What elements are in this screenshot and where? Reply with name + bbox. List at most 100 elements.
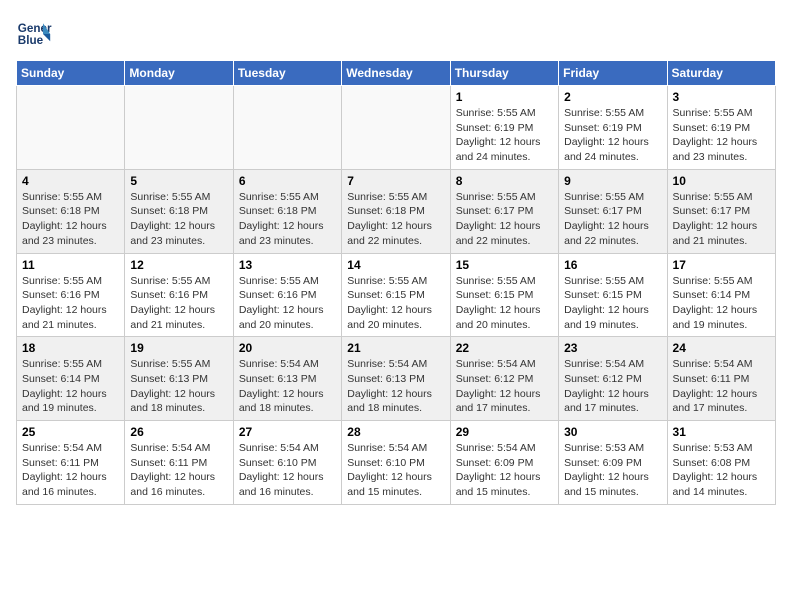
- calendar-day-4: 4 Sunrise: 5:55 AM Sunset: 6:18 PM Daylig…: [17, 169, 125, 253]
- day-number: 29: [456, 425, 553, 439]
- calendar-day-3: 3 Sunrise: 5:55 AM Sunset: 6:19 PM Daylig…: [667, 86, 775, 170]
- day-info: Sunrise: 5:55 AM Sunset: 6:15 PM Dayligh…: [564, 274, 661, 333]
- day-number: 21: [347, 341, 444, 355]
- logo-icon: General Blue: [16, 16, 52, 52]
- calendar-day-5: 5 Sunrise: 5:55 AM Sunset: 6:18 PM Daylig…: [125, 169, 233, 253]
- day-info: Sunrise: 5:54 AM Sunset: 6:10 PM Dayligh…: [347, 441, 444, 500]
- day-number: 26: [130, 425, 227, 439]
- day-info: Sunrise: 5:55 AM Sunset: 6:16 PM Dayligh…: [130, 274, 227, 333]
- calendar-day-6: 6Sunrise: 5:55 AM Sunset: 6:18 PM Daylig…: [233, 169, 341, 253]
- day-number: 8: [456, 174, 553, 188]
- day-info: Sunrise: 5:53 AM Sunset: 6:09 PM Dayligh…: [564, 441, 661, 500]
- day-number: 4: [22, 174, 119, 188]
- day-info: Sunrise: 5:55 AM Sunset: 6:18 PM Dayligh…: [130, 190, 227, 249]
- day-info: Sunrise: 5:55 AM Sunset: 6:18 PM Dayligh…: [347, 190, 444, 249]
- day-info: Sunrise: 5:54 AM Sunset: 6:13 PM Dayligh…: [239, 357, 336, 416]
- calendar-day-16: 16 Sunrise: 5:55 AM Sunset: 6:15 PM Dayli…: [559, 253, 667, 337]
- day-number: 10: [673, 174, 770, 188]
- day-number: 20: [239, 341, 336, 355]
- day-number: 18: [22, 341, 119, 355]
- empty-cell: [342, 86, 450, 170]
- calendar-day-7: 7 Sunrise: 5:55 AM Sunset: 6:18 PM Daylig…: [342, 169, 450, 253]
- calendar-day-9: 9 Sunrise: 5:55 AM Sunset: 6:17 PM Daylig…: [559, 169, 667, 253]
- day-info: Sunrise: 5:55 AM Sunset: 6:16 PM Dayligh…: [22, 274, 119, 333]
- day-info: Sunrise: 5:55 AM Sunset: 6:18 PM Dayligh…: [22, 190, 119, 249]
- calendar-week-5: 25 Sunrise: 5:54 AM Sunset: 6:11 PM Dayli…: [17, 421, 776, 505]
- calendar-day-11: 11 Sunrise: 5:55 AM Sunset: 6:16 PM Dayli…: [17, 253, 125, 337]
- day-number: 27: [239, 425, 336, 439]
- day-number: 11: [22, 258, 119, 272]
- calendar-day-25: 25Sunrise: 5:54 AM Sunset: 6:11 PM Dayli…: [17, 421, 125, 505]
- day-of-week-saturday: Saturday: [667, 61, 775, 86]
- calendar-day-8: 8 Sunrise: 5:55 AM Sunset: 6:17 PM Daylig…: [450, 169, 558, 253]
- calendar-day-30: 30 Sunrise: 5:53 AM Sunset: 6:09 PM Dayli…: [559, 421, 667, 505]
- day-info: Sunrise: 5:54 AM Sunset: 6:12 PM Dayligh…: [456, 357, 553, 416]
- day-number: 31: [673, 425, 770, 439]
- empty-cell: [17, 86, 125, 170]
- day-info: Sunrise: 5:54 AM Sunset: 6:12 PM Dayligh…: [564, 357, 661, 416]
- day-number: 28: [347, 425, 444, 439]
- day-info: Sunrise: 5:55 AM Sunset: 6:14 PM Dayligh…: [673, 274, 770, 333]
- calendar-day-22: 22 Sunrise: 5:54 AM Sunset: 6:12 PM Dayli…: [450, 337, 558, 421]
- day-info: Sunrise: 5:55 AM Sunset: 6:17 PM Dayligh…: [564, 190, 661, 249]
- day-info: Sunrise: 5:53 AM Sunset: 6:08 PM Dayligh…: [673, 441, 770, 500]
- day-number: 7: [347, 174, 444, 188]
- day-of-week-wednesday: Wednesday: [342, 61, 450, 86]
- day-info: Sunrise: 5:55 AM Sunset: 6:19 PM Dayligh…: [564, 106, 661, 165]
- calendar-day-26: 26 Sunrise: 5:54 AM Sunset: 6:11 PM Dayli…: [125, 421, 233, 505]
- calendar-day-15: 15 Sunrise: 5:55 AM Sunset: 6:15 PM Dayli…: [450, 253, 558, 337]
- day-number: 19: [130, 341, 227, 355]
- calendar-week-4: 18 Sunrise: 5:55 AM Sunset: 6:14 PM Dayli…: [17, 337, 776, 421]
- empty-cell: [125, 86, 233, 170]
- day-number: 14: [347, 258, 444, 272]
- calendar-day-23: 23 Sunrise: 5:54 AM Sunset: 6:12 PM Dayli…: [559, 337, 667, 421]
- calendar-day-1: 1 Sunrise: 5:55 AM Sunset: 6:19 PM Daylig…: [450, 86, 558, 170]
- day-number: 9: [564, 174, 661, 188]
- calendar-day-17: 17 Sunrise: 5:55 AM Sunset: 6:14 PM Dayli…: [667, 253, 775, 337]
- day-number: 13: [239, 258, 336, 272]
- day-info: Sunrise: 5:55 AM Sunset: 6:15 PM Dayligh…: [347, 274, 444, 333]
- day-number: 3: [673, 90, 770, 104]
- calendar-day-10: 10 Sunrise: 5:55 AM Sunset: 6:17 PM Dayli…: [667, 169, 775, 253]
- day-of-week-thursday: Thursday: [450, 61, 558, 86]
- day-info: Sunrise: 5:55 AM Sunset: 6:13 PM Dayligh…: [130, 357, 227, 416]
- calendar-week-2: 4 Sunrise: 5:55 AM Sunset: 6:18 PM Daylig…: [17, 169, 776, 253]
- day-number: 22: [456, 341, 553, 355]
- calendar-day-14: 14 Sunrise: 5:55 AM Sunset: 6:15 PM Dayli…: [342, 253, 450, 337]
- day-info: Sunrise: 5:55 AM Sunset: 6:17 PM Dayligh…: [456, 190, 553, 249]
- calendar-week-3: 11 Sunrise: 5:55 AM Sunset: 6:16 PM Dayli…: [17, 253, 776, 337]
- calendar-day-24: 24 Sunrise: 5:54 AM Sunset: 6:11 PM Dayli…: [667, 337, 775, 421]
- day-number: 16: [564, 258, 661, 272]
- day-info: Sunrise: 5:55 AM Sunset: 6:19 PM Dayligh…: [456, 106, 553, 165]
- day-number: 25: [22, 425, 119, 439]
- day-number: 23: [564, 341, 661, 355]
- calendar-day-29: 29 Sunrise: 5:54 AM Sunset: 6:09 PM Dayli…: [450, 421, 558, 505]
- day-info: Sunrise: 5:54 AM Sunset: 6:11 PM Dayligh…: [673, 357, 770, 416]
- day-info: Sunrise: 5:54 AM Sunset: 6:11 PM Dayligh…: [130, 441, 227, 500]
- calendar-day-20: 20 Sunrise: 5:54 AM Sunset: 6:13 PM Dayli…: [233, 337, 341, 421]
- calendar-day-18: 18 Sunrise: 5:55 AM Sunset: 6:14 PM Dayli…: [17, 337, 125, 421]
- day-info: Sunrise: 5:55 AM Sunset: 6:14 PM Dayligh…: [22, 357, 119, 416]
- day-of-week-tuesday: Tuesday: [233, 61, 341, 86]
- day-number: 5: [130, 174, 227, 188]
- day-info: Sunrise: 5:55 AM Sunset: 6:17 PM Dayligh…: [673, 190, 770, 249]
- day-number: 2: [564, 90, 661, 104]
- calendar-day-21: 21Sunrise: 5:54 AM Sunset: 6:13 PM Dayli…: [342, 337, 450, 421]
- day-number: 12: [130, 258, 227, 272]
- day-of-week-friday: Friday: [559, 61, 667, 86]
- calendar-day-27: 27Sunrise: 5:54 AM Sunset: 6:10 PM Dayli…: [233, 421, 341, 505]
- calendar-day-31: 31 Sunrise: 5:53 AM Sunset: 6:08 PM Dayli…: [667, 421, 775, 505]
- svg-text:Blue: Blue: [18, 34, 44, 47]
- page-header: General Blue: [16, 16, 776, 52]
- day-of-week-sunday: Sunday: [17, 61, 125, 86]
- day-number: 15: [456, 258, 553, 272]
- day-info: Sunrise: 5:54 AM Sunset: 6:09 PM Dayligh…: [456, 441, 553, 500]
- day-number: 24: [673, 341, 770, 355]
- day-number: 17: [673, 258, 770, 272]
- calendar-day-12: 12 Sunrise: 5:55 AM Sunset: 6:16 PM Dayli…: [125, 253, 233, 337]
- day-info: Sunrise: 5:55 AM Sunset: 6:18 PM Dayligh…: [239, 190, 336, 249]
- day-number: 30: [564, 425, 661, 439]
- day-number: 1: [456, 90, 553, 104]
- day-info: Sunrise: 5:55 AM Sunset: 6:19 PM Dayligh…: [673, 106, 770, 165]
- day-info: Sunrise: 5:55 AM Sunset: 6:15 PM Dayligh…: [456, 274, 553, 333]
